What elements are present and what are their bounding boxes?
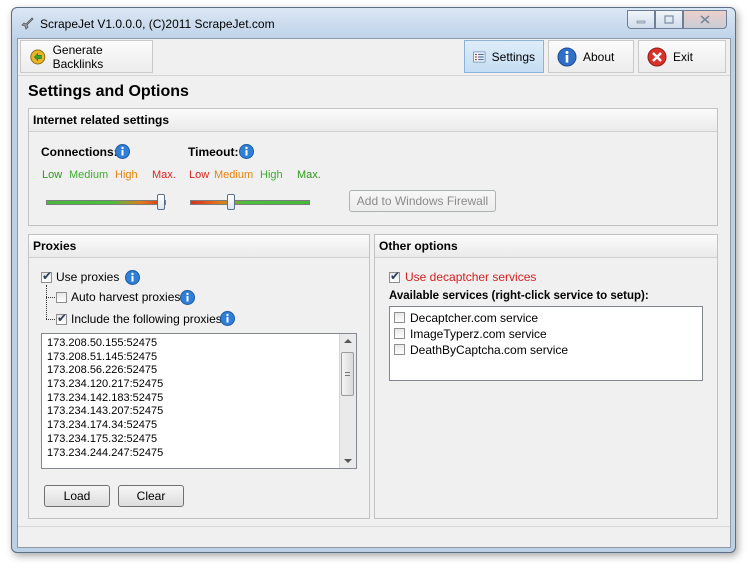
toolbar: Generate Backlinks Settings About Exit — [18, 39, 730, 76]
timeout-info-icon[interactable] — [239, 144, 254, 159]
check-mark-icon: ✔ — [390, 269, 401, 283]
add-to-firewall-button[interactable]: Add to Windows Firewall — [349, 190, 496, 212]
timeout-slider-track[interactable] — [190, 200, 310, 205]
scroll-down-arrow-icon[interactable] — [344, 458, 352, 464]
other-options-header: Other options — [375, 235, 717, 258]
use-proxies-checkbox[interactable]: ✔ — [41, 269, 53, 283]
proxy-list-item[interactable]: 173.208.50.155:52475 — [42, 337, 340, 351]
close-icon — [700, 15, 710, 24]
maximize-button[interactable] — [655, 10, 683, 29]
available-services-label: Available services (right-click service … — [389, 290, 649, 302]
timeout-level-high: High — [260, 169, 283, 181]
proxies-group: Proxies ✔ Use proxies Auto harvest proxi… — [28, 234, 370, 519]
about-label: About — [583, 49, 615, 64]
auto-harvest-checkbox[interactable] — [56, 292, 67, 303]
gear-star-icon — [30, 49, 46, 64]
status-bar — [18, 526, 730, 547]
app-window: ScrapeJet V1.0.0.0, (C)2011 ScrapeJet.co… — [11, 7, 736, 553]
minimize-icon — [636, 20, 646, 23]
use-decaptcher-checkbox[interactable]: ✔ — [389, 269, 401, 283]
timeout-level-low: Low — [189, 169, 210, 181]
tree-connector — [46, 285, 47, 319]
exit-button[interactable]: Exit — [638, 40, 726, 73]
service-checkbox[interactable] — [394, 328, 405, 339]
use-decaptcher-label: Use decaptcher services — [405, 270, 537, 284]
maximize-icon — [664, 15, 674, 24]
connections-slider-thumb[interactable] — [157, 194, 165, 210]
exit-icon — [647, 47, 667, 66]
proxy-list-item[interactable]: 173.234.120.217:52475 — [42, 378, 340, 392]
clear-button[interactable]: Clear — [118, 485, 184, 507]
rocket-icon — [21, 17, 34, 30]
service-item[interactable]: Decaptcher.com service — [394, 310, 694, 326]
service-label: Decaptcher.com service — [410, 311, 539, 325]
proxy-list-item[interactable]: 173.234.174.34:52475 — [42, 419, 340, 433]
proxy-list-item[interactable]: 173.234.175.32:52475 — [42, 433, 340, 447]
generate-backlinks-button[interactable]: Generate Backlinks — [20, 40, 153, 73]
scroll-up-arrow-icon[interactable] — [344, 338, 352, 344]
connections-slider-track[interactable] — [46, 200, 166, 205]
settings-button[interactable]: Settings — [464, 40, 544, 73]
minimize-button[interactable] — [627, 10, 655, 29]
settings-list-icon — [473, 51, 486, 62]
connections-level-max: Max. — [152, 169, 176, 181]
internet-settings-group: Internet related settings Connections: L… — [28, 108, 718, 226]
internet-settings-header: Internet related settings — [29, 109, 717, 132]
timeout-level-medium: Medium — [214, 169, 254, 181]
proxy-list-item[interactable]: 173.208.51.145:52475 — [42, 351, 340, 365]
service-item[interactable]: DeathByCaptcha.com service — [394, 342, 694, 358]
connections-level-low: Low — [42, 169, 63, 181]
proxy-list-item[interactable]: 173.234.142.183:52475 — [42, 392, 340, 406]
proxy-list-item[interactable]: 173.234.143.207:52475 — [42, 405, 340, 419]
load-button[interactable]: Load — [44, 485, 110, 507]
service-item[interactable]: ImageTyperz.com service — [394, 326, 694, 342]
about-button[interactable]: About — [548, 40, 634, 73]
timeout-level-max: Max. — [297, 169, 321, 181]
connections-level-high: High — [115, 169, 138, 181]
timeout-slider-thumb[interactable] — [227, 194, 236, 210]
services-list[interactable]: Decaptcher.com service ImageTyperz.com se… — [389, 306, 703, 381]
close-button[interactable] — [683, 10, 727, 29]
use-proxies-info-icon[interactable] — [125, 270, 140, 285]
service-checkbox[interactable] — [394, 344, 405, 355]
settings-label: Settings — [491, 49, 535, 64]
scroll-thumb[interactable] — [341, 352, 354, 396]
check-mark-icon: ✔ — [57, 311, 68, 325]
proxy-list-scrollbar[interactable] — [339, 334, 356, 468]
proxy-list[interactable]: 173.208.50.155:52475 173.208.51.145:52475… — [41, 333, 357, 469]
service-label: DeathByCaptcha.com service — [410, 343, 569, 357]
window-title: ScrapeJet V1.0.0.0, (C)2011 ScrapeJet.co… — [40, 17, 275, 31]
tree-connector — [46, 297, 55, 298]
connections-label: Connections: — [41, 145, 118, 159]
include-proxies-checkbox[interactable]: ✔ — [56, 311, 68, 325]
check-mark-icon: ✔ — [42, 269, 53, 283]
include-proxies-info-icon[interactable] — [220, 311, 235, 326]
proxy-list-item[interactable]: 173.208.56.226:52475 — [42, 364, 340, 378]
page-title: Settings and Options — [28, 83, 189, 100]
auto-harvest-label: Auto harvest proxies — [71, 290, 181, 304]
generate-backlinks-label: Generate Backlinks — [52, 42, 104, 71]
other-options-group: Other options ✔ Use decaptcher services … — [374, 234, 718, 519]
proxy-list-item[interactable]: 173.234.244.247:52475 — [42, 447, 340, 461]
title-bar[interactable]: ScrapeJet V1.0.0.0, (C)2011 ScrapeJet.co… — [12, 8, 735, 38]
proxies-header: Proxies — [29, 235, 369, 258]
info-icon — [557, 47, 577, 66]
service-checkbox[interactable] — [394, 312, 405, 323]
auto-harvest-info-icon[interactable] — [180, 290, 195, 305]
exit-label: Exit — [673, 49, 694, 64]
client-area: Generate Backlinks Settings About Exit S… — [17, 38, 731, 548]
service-label: ImageTyperz.com service — [410, 327, 547, 341]
use-proxies-label: Use proxies — [56, 270, 120, 284]
connections-info-icon[interactable] — [115, 144, 130, 159]
include-proxies-label: Include the following proxies — [71, 312, 222, 326]
timeout-label: Timeout: — [188, 145, 239, 159]
connections-level-medium: Medium — [69, 169, 109, 181]
tree-connector — [46, 319, 55, 320]
